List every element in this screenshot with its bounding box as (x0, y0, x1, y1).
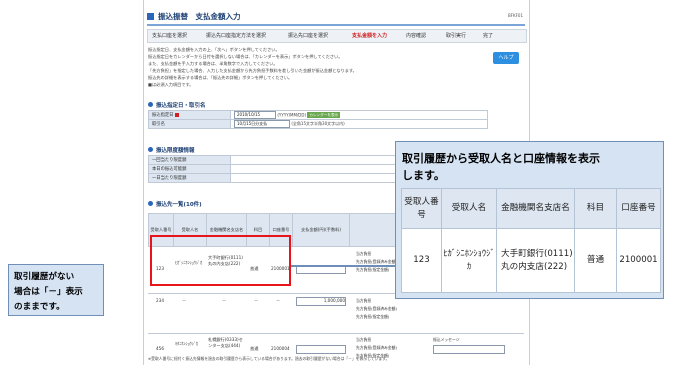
history-popup: 取引履歴から受取人名と口座情報を表示 します。 受取人番号 受取人名 金融機関名… (395, 141, 664, 299)
message-input[interactable] (433, 345, 505, 354)
footnote: ※受取人番号に紐付く振込先情報を過去の取引履歴から表示している場合があります。過… (148, 356, 390, 361)
title-icon (147, 13, 154, 20)
required-mark-icon (175, 112, 180, 117)
date-format-hint: (YYYY/MM/DD) (277, 112, 307, 118)
step-6: 取引実行 (446, 33, 467, 39)
step-1: 支払口座を選択 (152, 33, 188, 39)
popup-line: します。 (402, 169, 445, 182)
fee-option-specified[interactable]: 先方負担(指定金額) (356, 267, 389, 273)
step-7: 完了 (483, 33, 494, 39)
date-input[interactable]: 2010/10/15 (234, 111, 276, 119)
txn-label: 取引名 (152, 122, 165, 127)
instruction-line: 振込先の詳細を表示する場合は、「振込先の詳細」ボタンを押してください。 (148, 75, 293, 80)
popup-cell-name: ﾋｶﾞｼﾆﾎﾝｼｮｳｼﾞｶ (441, 228, 497, 293)
section-limit-label: 振込限度額情報 (156, 148, 195, 154)
section-limit-title: 振込限度額情報 (148, 146, 195, 154)
popup-header-bank: 金融機関名支店名 (496, 188, 575, 229)
section-date-title: 振込指定日・取引名 (148, 101, 206, 109)
txn-name-input[interactable]: 10月15日分支払 (234, 120, 290, 128)
section-payee-label: 振込先一覧(10件) (156, 202, 202, 208)
instruction-line: 振込指定日、支払金額を入力の上、「次へ」ボタンを押してください。 (148, 47, 280, 52)
payee-type: － (254, 298, 259, 303)
callout-line: のままです。 (14, 302, 65, 312)
callout-line: 取引履歴がない (14, 272, 75, 282)
popup-cell-acct: 2100001 (616, 228, 661, 293)
highlight-box (150, 235, 291, 286)
step-2: 振込先口座指定方法を選択 (206, 33, 267, 39)
message-label: 振込メッセージ (433, 337, 460, 342)
popup-cell-no: 123 (401, 228, 442, 293)
instruction-line: 振込指定日をカレンダーから日付を選択しない場合は、「カレンダーを表示」ボタンを押… (148, 54, 343, 59)
bullet-icon (148, 102, 153, 107)
callout-connector (291, 265, 395, 267)
callout-text: 取引履歴がない 場合は「－」表示 のままです。 (14, 270, 83, 315)
step-4-current: 支払金額を入力 (352, 33, 388, 39)
payee-no: 456 (156, 346, 164, 351)
txn-label-cell: 取引名 (148, 119, 231, 129)
no-history-callout: 取引履歴がない 場合は「－」表示 のままです。 (8, 264, 104, 316)
payee-name: ｷﾀﾆﾎﾝｼｮｳｼﾞｶ (175, 341, 199, 346)
limit-label: 一回当たり限度額 (148, 155, 231, 165)
instruction-line: ■は必須入力項目です。 (148, 82, 194, 87)
date-table: 振込指定日 2010/10/15 (YYYY/MM/DD) カレンダーを表示 取… (148, 110, 488, 129)
fee-option-specified[interactable]: 先方負担(指定金額) (356, 314, 389, 320)
limit-label: 本日の振込可能額 (148, 164, 231, 174)
payee-no: 234 (156, 298, 164, 303)
fee-option-ours[interactable]: 当方負担 (356, 337, 371, 343)
section-date-label: 振込指定日・取引名 (156, 103, 206, 109)
popup-header-name: 受取人名 (441, 188, 497, 229)
page-header: 振込振替 支払金額入力 BFKF01 (147, 10, 525, 26)
col-header-amount: 支払金額(円)(手数料) (292, 213, 350, 247)
fee-option-ours[interactable]: 当方負担 (356, 298, 371, 304)
amount-input[interactable] (296, 345, 346, 354)
popup-cell-type: 普通 (574, 228, 617, 293)
payee-bank: － (222, 298, 227, 303)
amount-input[interactable]: 1,000,000 (296, 297, 346, 306)
fee-option-registered[interactable]: 先方負担(登録済み金額) (356, 345, 397, 351)
calendar-button[interactable]: カレンダーを表示 (307, 112, 341, 118)
popup-header-no: 受取人番号 (401, 188, 442, 229)
popup-table: 受取人番号 受取人名 金融機関名支店名 科目 口座番号 123 ﾋｶﾞｼﾆﾎﾝｼ… (401, 188, 661, 293)
payee-name: － (182, 298, 187, 303)
instruction-line: 「先方負担」を指定した場合、入力した支払金額から先方負担手数料を差し引いた金額が… (148, 68, 357, 73)
fee-option-registered[interactable]: 先方負担(登録済み金額) (356, 306, 397, 312)
popup-text: 取引履歴から受取人名と口座情報を表示 します。 (402, 150, 600, 184)
txn-value-cell: 10月15日分支払 (全角15文字半角30文字以内) (230, 119, 488, 129)
popup-cell-bank: 大手町銀行(0111)丸の内支店(222) (496, 228, 575, 293)
popup-header-type: 科目 (574, 188, 617, 229)
table-row: 234 － － － － 1,000,000 当方負担 先方負担(登録済み金額) … (148, 295, 524, 334)
payee-acct: － (276, 298, 281, 303)
step-5: 内容確認 (406, 33, 427, 39)
fee-option-ours[interactable]: 当方負担 (356, 251, 371, 257)
step-indicator: 支払口座を選択 振込先口座指定方法を選択 振込先口座を選択 支払金額を入力 内容… (147, 29, 527, 43)
payee-type: 普通 (250, 346, 259, 351)
popup-line: 取引履歴から受取人名と口座情報を表示 (402, 152, 600, 165)
screen-id: BFKF01 (507, 13, 523, 18)
payee-bank: 札幌銀行(0333)センター支店(444) (208, 337, 243, 348)
date-label-cell: 振込指定日 (148, 110, 231, 120)
popup-header-acct: 口座番号 (616, 188, 661, 229)
instruction-line: また、支払金額を手入力する場合は、半角数字で入力してください。 (148, 61, 278, 66)
limit-label: 一日当たり限度額 (148, 173, 231, 183)
bullet-icon (148, 147, 153, 152)
page-title: 振込振替 支払金額入力 (158, 12, 241, 21)
txn-hint: (全角15文字半角30文字以内) (291, 121, 345, 126)
payee-acct: 2100004 (271, 346, 290, 351)
help-button[interactable]: ヘルプ (493, 52, 519, 64)
date-value-cell: 2010/10/15 (YYYY/MM/DD) カレンダーを表示 (230, 110, 488, 120)
bullet-icon (148, 201, 153, 206)
step-3: 振込先口座を選択 (288, 33, 329, 39)
callout-line: 場合は「－」表示 (14, 287, 83, 297)
section-payee-title: 振込先一覧(10件) (148, 200, 202, 208)
date-label: 振込指定日 (152, 113, 174, 118)
instructions: 振込指定日、支払金額を入力の上、「次へ」ボタンを押してください。 振込指定日をカ… (148, 46, 478, 88)
